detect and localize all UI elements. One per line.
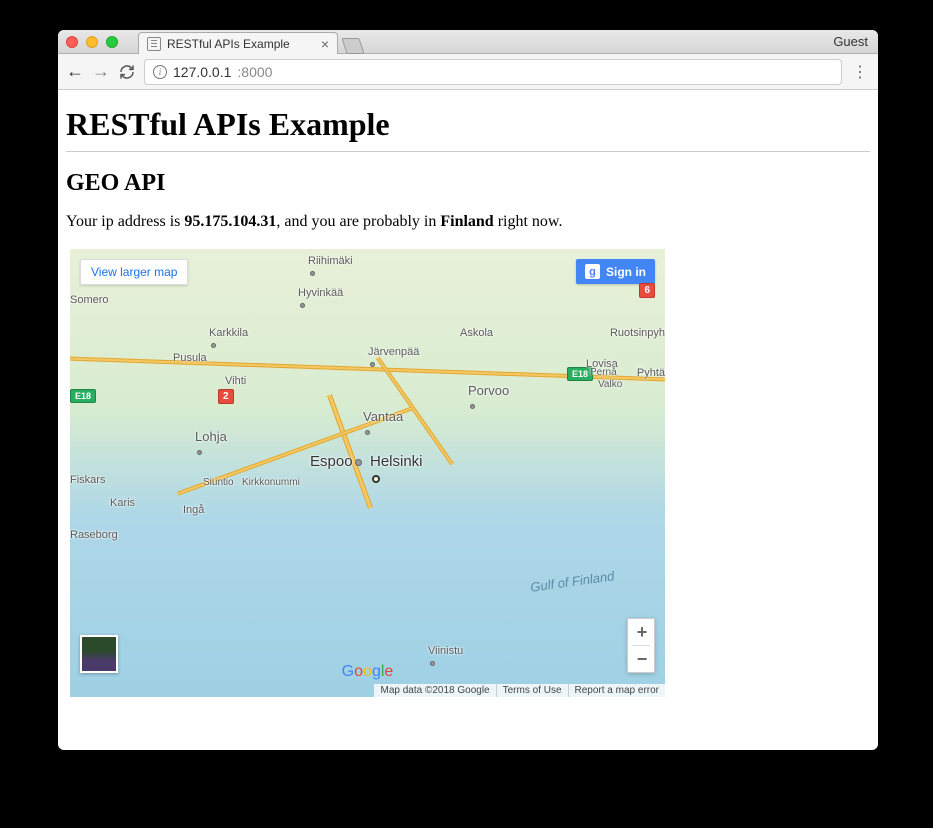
road-shield-e18: E18 [70,389,96,403]
city-inga: Ingå [183,504,204,516]
signin-label: Sign in [606,265,646,279]
back-button[interactable]: ← [66,63,84,81]
close-tab-button[interactable]: × [321,37,329,51]
city-jarvenpaa: Järvenpää [368,346,419,370]
city-somero: Somero [70,294,109,306]
map-attribution: Map data ©2018 Google Terms of Use Repor… [374,684,665,697]
section-heading: GEO API [66,170,870,197]
city-karis: Karis [110,497,135,509]
minimize-window-button[interactable] [86,36,98,48]
city-viinistu: Viinistu [428,645,463,669]
ip-info-line: Your ip address is 95.175.104.31, and yo… [66,213,870,231]
reload-button[interactable] [118,63,136,81]
map-embed[interactable]: View larger map g Sign in 6 2 E18 E18 Ri… [70,249,665,697]
zoom-in-button[interactable]: + [628,619,656,645]
country-value: Finland [440,213,493,230]
road-shield-6: 6 [639,283,655,298]
address-bar[interactable]: i 127.0.0.1 :8000 [144,59,842,85]
browser-menu-button[interactable]: ⋮ [850,62,870,82]
city-riihimaki: Riihimäki [308,255,353,279]
city-perna: Pernå [590,367,617,378]
city-porvoo: Porvoo [468,383,509,413]
ip-address-value: 95.175.104.31 [184,213,276,230]
forward-button[interactable]: → [92,63,110,81]
city-vantaa: Vantaa [363,409,403,439]
google-g-icon: g [585,264,600,279]
ip-suffix-text: right now. [494,213,563,230]
city-pusula: Pusula [173,352,207,364]
window-titlebar: RESTful APIs Example × Guest [58,30,878,54]
city-karkkila: Karkkila [209,327,248,351]
zoom-controls: + − [627,618,655,673]
url-port: :8000 [237,64,272,80]
satellite-view-toggle[interactable] [80,635,118,673]
city-lohja: Lohja [195,429,227,459]
window-controls [66,36,118,48]
terms-link[interactable]: Terms of Use [496,684,568,697]
map-signin-button[interactable]: g Sign in [576,259,655,284]
url-host: 127.0.0.1 [173,64,231,80]
map-data-label: Map data ©2018 Google [374,684,495,697]
city-kirkkonummi: Kirkkonummi [242,477,300,488]
city-helsinki: Helsinki [370,453,423,487]
browser-toolbar: ← → i 127.0.0.1 :8000 ⋮ [58,54,878,90]
browser-window: RESTful APIs Example × Guest ← → i 127.0… [58,30,878,750]
city-valko: Valko [598,379,622,390]
page-heading: RESTful APIs Example [66,106,870,143]
page-icon [147,37,161,51]
maximize-window-button[interactable] [106,36,118,48]
city-ruotsinpyh: Ruotsinpyh [610,327,665,339]
report-error-link[interactable]: Report a map error [568,684,665,697]
view-larger-map-button[interactable]: View larger map [80,259,188,285]
tab-title: RESTful APIs Example [167,37,315,51]
ip-prefix-text: Your ip address is [66,213,184,230]
city-vihti: Vihti [225,375,246,387]
ip-mid-text: , and you are probably in [276,213,440,230]
close-window-button[interactable] [66,36,78,48]
city-espoo: Espoo [310,453,364,470]
new-tab-button[interactable] [341,38,364,54]
page-body: RESTful APIs Example GEO API Your ip add… [58,90,878,705]
site-info-icon[interactable]: i [153,65,167,79]
heading-divider [66,151,870,152]
google-logo: Google [342,663,394,681]
city-askola: Askola [460,327,493,339]
zoom-out-button[interactable]: − [628,646,656,672]
city-siuntio: Siuntio [203,477,234,488]
city-fiskars: Fiskars [70,474,105,486]
profile-label[interactable]: Guest [833,34,868,49]
road-shield-2: 2 [218,389,234,404]
browser-tab[interactable]: RESTful APIs Example × [138,32,338,54]
tab-strip: RESTful APIs Example × [138,32,362,54]
city-hyvinkaa: Hyvinkää [298,287,343,311]
city-pyhta: Pyhtä [637,367,665,379]
city-raseborg: Raseborg [70,529,118,541]
map-background [70,249,665,697]
